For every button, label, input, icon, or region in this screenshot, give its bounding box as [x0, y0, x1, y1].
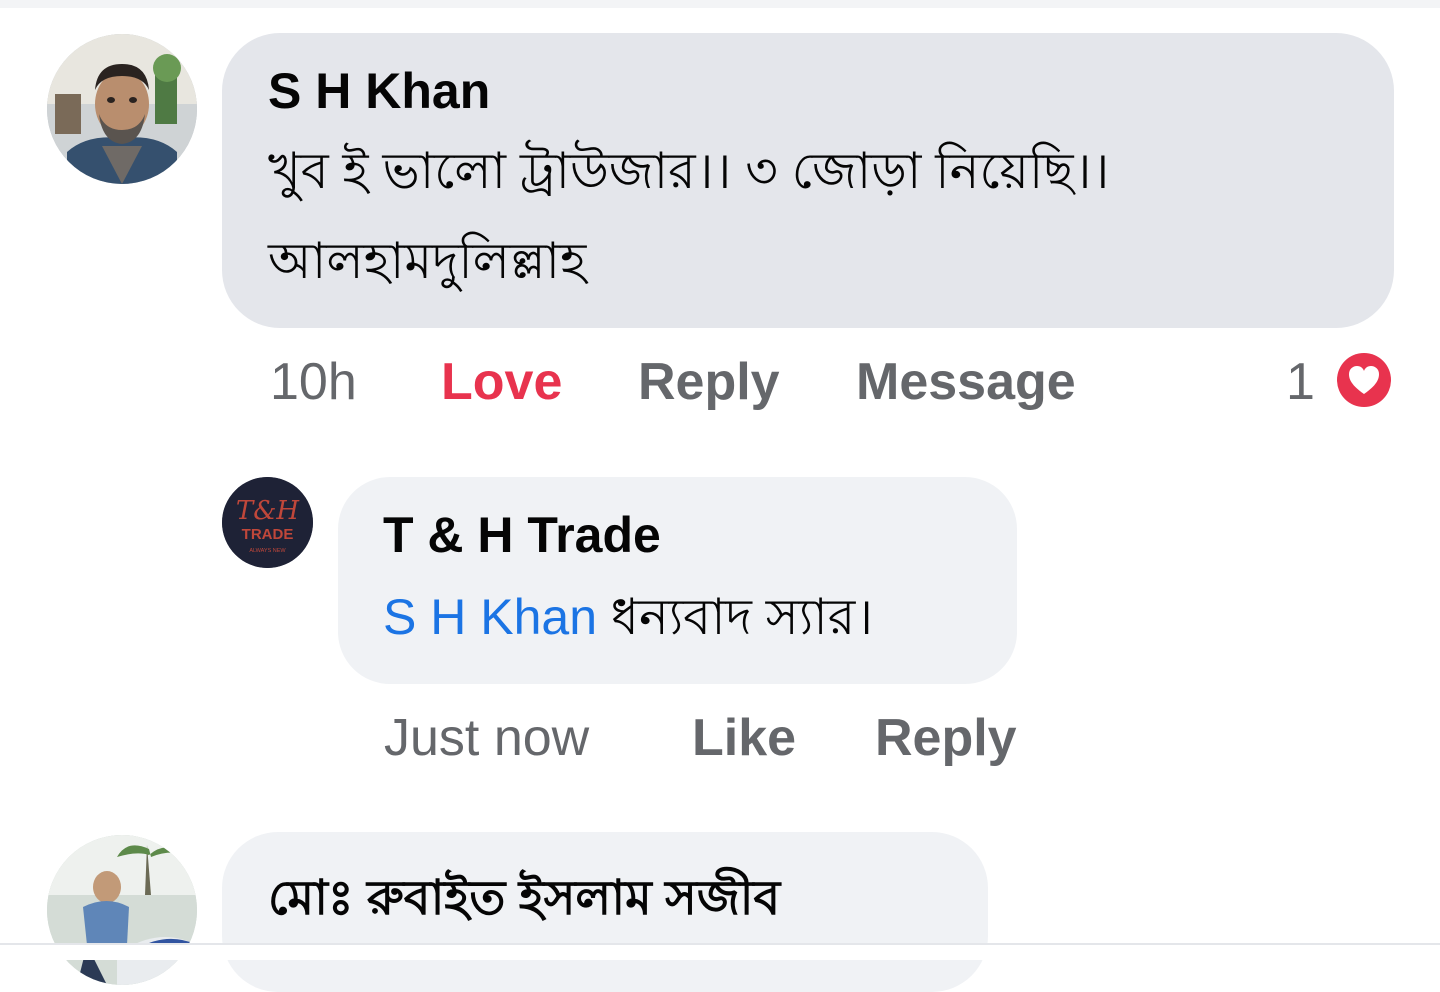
mention-link[interactable]: S H Khan: [383, 589, 597, 645]
avatar[interactable]: [47, 835, 197, 985]
reply-button[interactable]: Reply: [638, 352, 780, 412]
comment-timestamp[interactable]: Just now: [384, 708, 589, 768]
reply-text: S H Khan ধন্যবাদ স্যার।: [383, 572, 873, 662]
avatar[interactable]: [47, 34, 197, 184]
comment-text-line: আলহামদুলিল্লাহ: [268, 233, 587, 289]
message-button[interactable]: Message: [856, 352, 1076, 412]
bottom-divider: [0, 943, 1440, 960]
profile-photo-icon: [47, 835, 197, 985]
logo-text: T&H: [236, 496, 300, 526]
logo-text: ALWAYS NEW: [249, 548, 286, 554]
comment-timestamp[interactable]: 10h: [270, 352, 357, 412]
comment-author[interactable]: S H Khan: [268, 62, 490, 120]
love-reaction-button[interactable]: Love: [441, 352, 562, 412]
like-button[interactable]: Like: [692, 708, 796, 768]
comment-author[interactable]: মোঃ রুবাইত ইসলাম সজীব: [268, 862, 780, 941]
heart-icon[interactable]: [1333, 349, 1395, 411]
comment-text-line: খুব ই ভালো ট্রাউজার।। ৩ জোড়া নিয়েছি।।: [268, 143, 1110, 199]
reaction-count[interactable]: 1: [1286, 352, 1315, 412]
logo-text: TRADE: [242, 526, 294, 543]
reply-text-body: ধন্যবাদ স্যার।: [610, 589, 874, 645]
profile-photo-icon: [47, 34, 197, 184]
reply-button[interactable]: Reply: [875, 708, 1017, 768]
top-edge: [0, 0, 1440, 8]
page-logo-avatar[interactable]: T&H TRADE ALWAYS NEW: [222, 477, 313, 568]
comment-author[interactable]: T & H Trade: [383, 506, 661, 564]
